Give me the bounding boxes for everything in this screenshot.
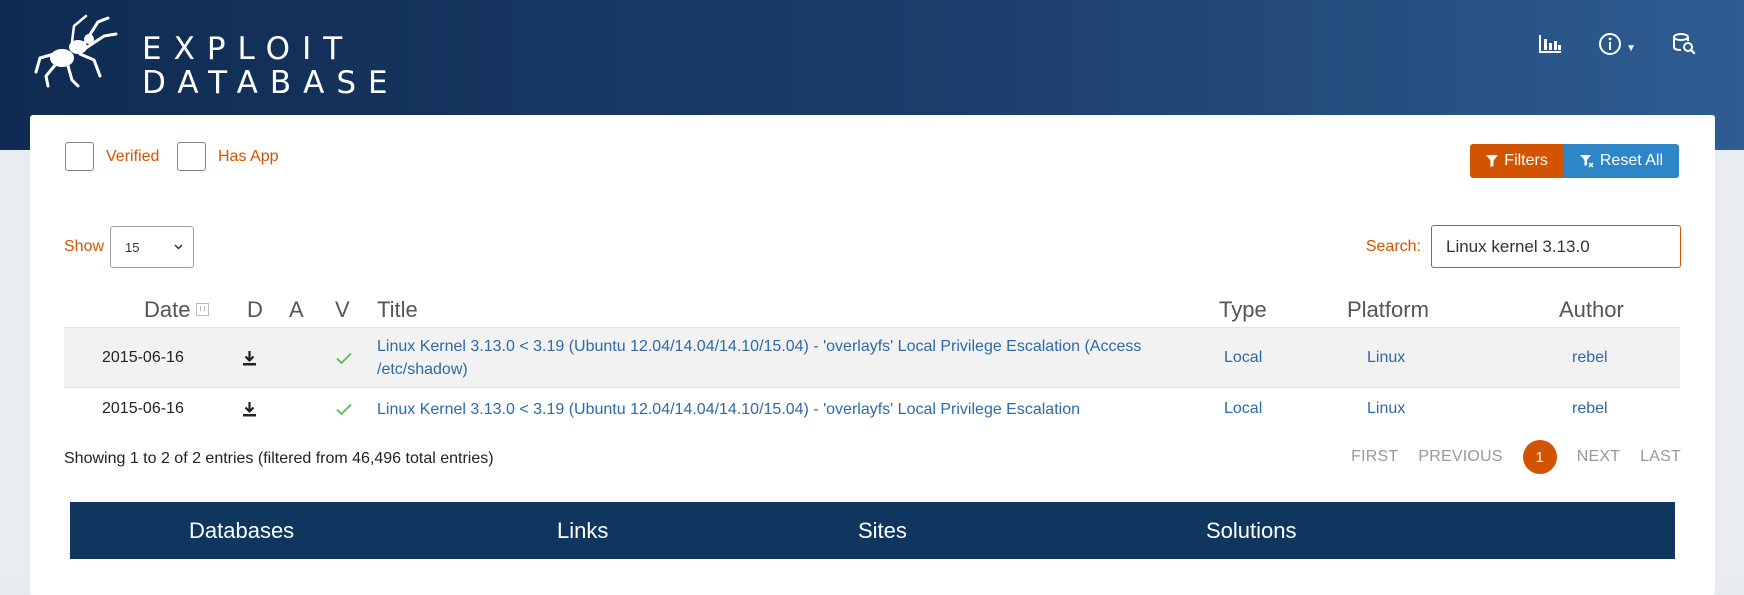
table-header: Date D A V Title Type Platform Author <box>64 290 1680 330</box>
column-header-title[interactable]: Title <box>377 290 418 330</box>
verified-label: Verified <box>106 147 160 165</box>
verified-checkbox[interactable] <box>65 142 94 171</box>
footer-nav-links[interactable]: Links <box>557 502 608 559</box>
row-author-link[interactable]: rebel <box>1572 388 1608 430</box>
header-icons: ▼ <box>1538 32 1696 56</box>
row-date: 2015-06-16 <box>102 349 184 366</box>
search-control: Search: <box>1366 225 1681 268</box>
search-label: Search: <box>1365 237 1421 255</box>
page-size-control: Show 15 <box>64 226 195 268</box>
search-db-icon[interactable] <box>1672 32 1696 56</box>
table-row: 2015-06-16 Linux Kernel 3.13.0 < 3.19 (U… <box>64 327 1680 388</box>
row-platform-link[interactable]: Linux <box>1367 328 1405 388</box>
exploit-database-logo[interactable]: EXPLOIT DATABASE <box>34 14 388 100</box>
column-header-d[interactable]: D <box>247 290 263 330</box>
page-size-value: 15 <box>125 239 140 255</box>
logo-line-1: EXPLOIT <box>142 31 355 67</box>
filter-buttons: Filters Reset All <box>1470 144 1679 178</box>
column-header-date[interactable]: Date <box>144 290 210 330</box>
pagination-next[interactable]: NEXT <box>1577 448 1620 466</box>
column-date-label: Date <box>144 297 191 322</box>
footer-nav: Databases Links Sites Solutions <box>70 502 1675 559</box>
download-icon[interactable] <box>243 328 256 388</box>
reset-all-button[interactable]: Reset All <box>1563 144 1679 178</box>
show-label: Show <box>64 238 105 255</box>
search-input[interactable] <box>1431 225 1681 268</box>
footer-nav-sites[interactable]: Sites <box>858 502 907 559</box>
column-header-platform[interactable]: Platform <box>1347 290 1429 330</box>
has-app-label: Has App <box>218 147 279 165</box>
column-header-v[interactable]: V <box>335 290 350 330</box>
download-icon[interactable] <box>243 388 256 430</box>
filters-button-label: Filters <box>1504 152 1548 169</box>
column-header-author[interactable]: Author <box>1559 290 1624 330</box>
chevron-down-icon: ▼ <box>1626 42 1636 54</box>
exploits-card: Verified Has App Filters Reset All Show … <box>30 115 1715 595</box>
has-app-filter[interactable]: Has App <box>177 142 278 171</box>
spider-icon <box>34 14 118 88</box>
filter-clear-icon <box>1579 154 1594 168</box>
reset-all-label: Reset All <box>1599 152 1663 169</box>
column-header-a[interactable]: A <box>289 290 304 330</box>
verified-check-icon <box>336 328 352 388</box>
pagination-last[interactable]: LAST <box>1640 448 1681 466</box>
row-date: 2015-06-16 <box>102 400 184 417</box>
row-title-link[interactable]: Linux Kernel 3.13.0 < 3.19 (Ubuntu 12.04… <box>377 388 1147 430</box>
row-title-link[interactable]: Linux Kernel 3.13.0 < 3.19 (Ubuntu 12.04… <box>377 328 1147 388</box>
pagination: FIRST PREVIOUS 1 NEXT LAST <box>1351 440 1681 474</box>
logo-line-2: DATABASE <box>142 65 400 101</box>
row-type-link[interactable]: Local <box>1224 388 1262 430</box>
page-size-select[interactable]: 15 <box>110 226 195 268</box>
filters-button[interactable]: Filters <box>1470 144 1564 178</box>
row-type-link[interactable]: Local <box>1224 328 1262 388</box>
logo-text: EXPLOIT DATABASE <box>142 32 400 100</box>
row-author-link[interactable]: rebel <box>1572 328 1608 388</box>
verified-check-icon <box>336 388 352 430</box>
pagination-current-page[interactable]: 1 <box>1522 440 1557 474</box>
footer-nav-solutions[interactable]: Solutions <box>1206 502 1297 559</box>
footer-nav-databases[interactable]: Databases <box>189 502 294 559</box>
filter-icon <box>1486 155 1499 167</box>
table-summary: Showing 1 to 2 of 2 entries (filtered fr… <box>64 450 494 467</box>
has-app-checkbox[interactable] <box>177 142 206 171</box>
pagination-previous[interactable]: PREVIOUS <box>1418 448 1502 466</box>
sort-icon <box>196 302 210 316</box>
verified-filter[interactable]: Verified <box>65 142 159 171</box>
stats-icon[interactable] <box>1538 33 1562 55</box>
chevron-down-icon <box>174 244 183 250</box>
row-platform-link[interactable]: Linux <box>1367 388 1405 430</box>
info-icon[interactable]: ▼ <box>1598 32 1636 56</box>
column-header-type[interactable]: Type <box>1219 290 1267 330</box>
pagination-first[interactable]: FIRST <box>1351 448 1398 466</box>
table-row: 2015-06-16 Linux Kernel 3.13.0 < 3.19 (U… <box>64 387 1680 430</box>
